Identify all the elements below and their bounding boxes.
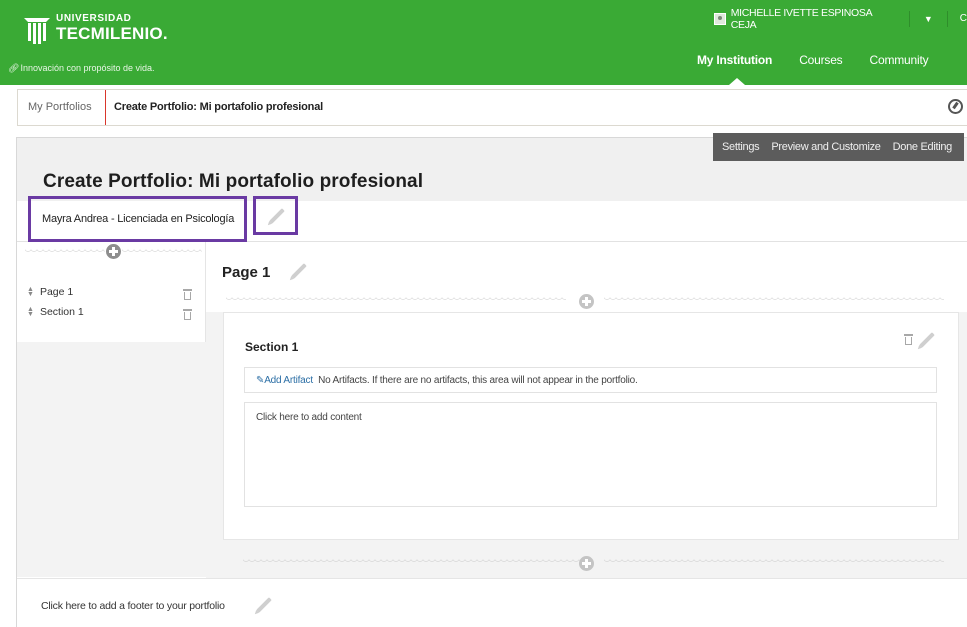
page-tree: ▲ ▼ Page 1 ▲ ▼ Section 1 [17, 242, 206, 342]
page-header: Page 1 [206, 242, 967, 312]
tagline: 🔗︎Innovación con propósito de vida. [8, 63, 155, 74]
reorder-icon[interactable]: ▲ ▼ [27, 286, 34, 298]
pencil-icon[interactable] [291, 263, 307, 279]
add-section-icon[interactable] [579, 556, 594, 571]
tree-item-page-1[interactable]: ▲ ▼ Page 1 [27, 286, 73, 298]
subtitle-edit-button[interactable] [253, 196, 298, 235]
nav-community[interactable]: Community [870, 53, 929, 67]
page-title: Create Portfolio: Mi portafolio profesio… [43, 171, 424, 192]
user-menu[interactable]: MICHELLE IVETTE ESPINOSA CEJA ▼ C [714, 7, 967, 31]
portfolio-subtitle[interactable]: Mayra Andrea - Licenciada en Psicología [42, 213, 234, 225]
pencil-icon[interactable] [919, 332, 935, 348]
divider [226, 297, 566, 303]
divider [243, 559, 583, 565]
divider [604, 297, 944, 303]
user-extra-menu[interactable]: C [960, 13, 967, 24]
portfolio-footer[interactable]: Click here to add a footer to your portf… [17, 578, 967, 627]
page-content: Page 1 Section 1 ✎Add Artifact No Artifa… [206, 242, 967, 578]
reorder-icon[interactable]: ▲ ▼ [27, 306, 34, 318]
trash-icon[interactable] [904, 334, 913, 345]
pencil-icon [269, 208, 285, 224]
footer-placeholder[interactable]: Click here to add a footer to your portf… [41, 600, 225, 612]
tree-item-label: Section 1 [39, 306, 84, 318]
logo-universidad: UNIVERSIDAD [56, 13, 132, 24]
divider [25, 249, 105, 255]
top-header: UNIVERSIDAD TECMILENIO. 🔗︎Innovación con… [0, 0, 967, 85]
breadcrumb-current: Create Portfolio: Mi portafolio profesio… [114, 101, 323, 113]
preview-customize-button[interactable]: Preview and Customize [771, 141, 881, 153]
tagline-text: Innovación con propósito de vida. [20, 63, 155, 73]
user-name[interactable]: MICHELLE IVETTE ESPINOSA CEJA [731, 7, 895, 31]
logo-name: TECMILENIO. [56, 24, 168, 43]
chevron-down-icon[interactable]: ▼ [924, 14, 933, 24]
top-navigation: My Institution Courses Community [697, 53, 955, 67]
link-icon: 🔗︎ [8, 63, 20, 73]
portfolio-editor: Settings Preview and Customize Done Edit… [16, 133, 967, 627]
avatar [714, 12, 726, 25]
active-tab-pointer [729, 78, 745, 85]
trash-icon[interactable] [183, 289, 192, 300]
portfolio-subtitle-row: Mayra Andrea - Licenciada en Psicología [17, 196, 967, 242]
breadcrumb: My Portfolios Create Portfolio: Mi porta… [17, 89, 967, 126]
logo[interactable]: UNIVERSIDAD TECMILENIO. [22, 14, 168, 46]
trash-icon[interactable] [183, 309, 192, 320]
nav-my-institution[interactable]: My Institution [697, 53, 772, 67]
section-card: Section 1 ✎Add Artifact No Artifacts. If… [223, 312, 959, 540]
subtitle-highlight-box: Mayra Andrea - Licenciada en Psicología [28, 196, 247, 242]
page-heading: Page 1 [222, 264, 271, 281]
divider [946, 10, 948, 27]
content-editor[interactable]: Click here to add content [244, 402, 937, 507]
add-artifact-label: Add Artifact [264, 375, 313, 386]
add-artifact-link[interactable]: ✎Add Artifact [256, 375, 313, 386]
breadcrumb-my-portfolios[interactable]: My Portfolios [28, 101, 92, 113]
add-section-icon[interactable] [579, 294, 594, 309]
tree-item-label: Page 1 [39, 286, 74, 298]
section-title: Section 1 [245, 340, 299, 354]
no-artifacts-text: No Artifacts. If there are no artifacts,… [318, 375, 638, 386]
content-placeholder: Click here to add content [256, 412, 362, 423]
divider [604, 559, 944, 565]
nav-courses[interactable]: Courses [799, 53, 842, 67]
pencil-icon[interactable] [256, 597, 272, 613]
artifact-bar: ✎Add Artifact No Artifacts. If there are… [244, 367, 937, 393]
edit-toolbar: Settings Preview and Customize Done Edit… [713, 133, 964, 161]
done-editing-button[interactable]: Done Editing [893, 141, 953, 153]
tecmilenio-logo-icon [24, 18, 50, 44]
sidebar-background [17, 342, 206, 577]
divider [122, 249, 202, 255]
editor-header: Settings Preview and Customize Done Edit… [17, 133, 967, 201]
breadcrumb-divider [105, 90, 106, 125]
settings-button[interactable]: Settings [722, 141, 760, 153]
tree-item-section-1[interactable]: ▲ ▼ Section 1 [27, 306, 84, 318]
add-page-icon[interactable] [106, 244, 121, 259]
divider [908, 10, 910, 27]
compass-icon[interactable] [948, 99, 963, 114]
